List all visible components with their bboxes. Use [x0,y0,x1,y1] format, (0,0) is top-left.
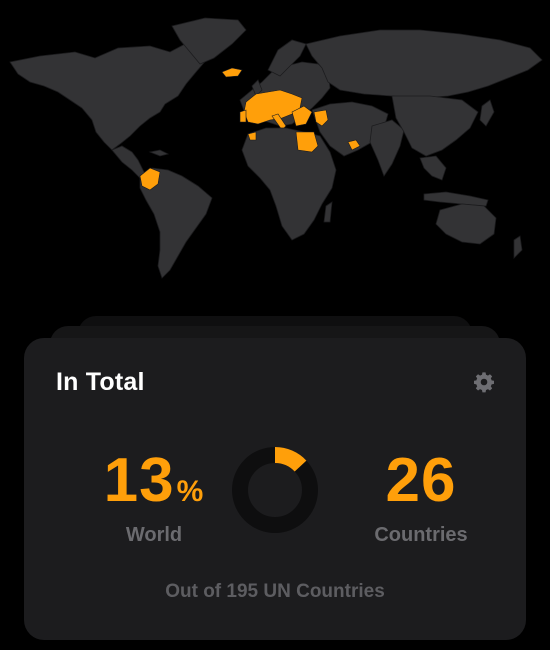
percent-sign: % [176,475,205,508]
countries-count-value: 26 [385,446,457,515]
world-map[interactable] [0,0,550,300]
map-east-asia [391,95,479,157]
world-progress-donut [232,447,318,533]
map-south-asia [369,119,405,177]
world-percentage-number: 13 [103,446,175,515]
visited-countries-screen: In Total 13% World 26 Countries Out of 1… [0,0,550,650]
map-japan [479,99,495,127]
map-russia [305,29,543,99]
un-countries-footnote: Out of 195 UN Countries [165,581,385,602]
map-new-zealand [513,235,523,259]
countries-count-stat: 26 Countries [346,450,496,547]
map-madagascar [323,201,333,223]
map-caribbean [148,149,170,157]
map-africa [241,127,337,241]
world-percentage-stat: 13% World [74,450,234,547]
in-total-card[interactable]: In Total 13% World 26 Countries Out of 1… [24,338,526,640]
countries-label: Countries [374,524,468,546]
world-label: World [125,524,183,546]
map-iceland [221,67,243,78]
map-central-america [111,145,147,179]
map-visited-egypt [295,131,319,153]
card-title: In Total [56,368,145,396]
world-map-svg [9,17,543,279]
gear-icon[interactable] [473,371,495,393]
map-visited-portugal [239,109,247,123]
map-southeast-asia [419,155,447,181]
map-indonesia [423,191,489,207]
world-percentage-value: 13% [74,450,234,512]
map-north-america [9,41,209,151]
map-australia [435,203,497,245]
